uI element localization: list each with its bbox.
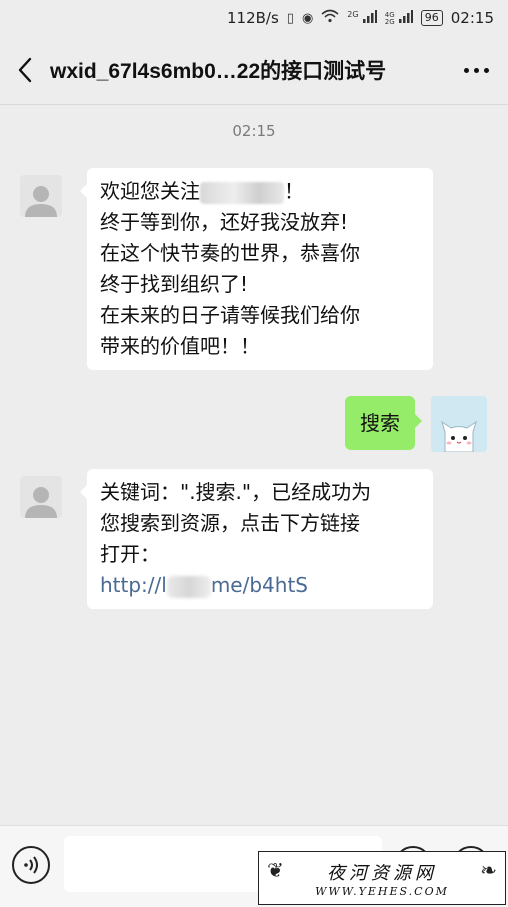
battery-indicator: 96	[420, 10, 443, 26]
watermark-title: 夜河资源网	[327, 862, 437, 884]
more-options-button[interactable]	[444, 36, 508, 104]
message-line: 打开：	[100, 542, 160, 566]
vibrate-icon: ▯	[286, 10, 294, 26]
ornament-icon: ❧	[480, 858, 497, 882]
message-line: 终于找到组织了!	[100, 272, 249, 296]
back-arrow-icon	[18, 57, 32, 83]
message-line: 在这个快节奏的世界，恭喜你	[100, 241, 360, 265]
network-speed: 112B/s	[227, 9, 279, 27]
clock: 02:15	[450, 9, 494, 27]
chat-title: wxid_67l4s6mb0…22的接口测试号	[50, 60, 387, 83]
cat-avatar-icon	[441, 420, 477, 452]
user-avatar[interactable]	[431, 396, 487, 452]
eye-icon: ◉	[301, 10, 314, 26]
message-line: 在未来的日子请等候我们给你	[100, 303, 360, 327]
message-timestamp: 02:15	[232, 122, 276, 140]
resource-link[interactable]: http://l me/b4htS	[100, 570, 420, 601]
signal-icon-2: 4G 2G	[384, 9, 413, 27]
sent-message-bubble[interactable]: 搜索	[345, 396, 422, 450]
chat-header: wxid_67l4s6mb0…22的接口测试号	[0, 36, 508, 104]
message-text: 搜索	[360, 411, 400, 435]
redacted-text	[166, 575, 211, 598]
voice-icon	[24, 856, 38, 874]
watermark-url: WWW.YEHES.COM	[315, 884, 449, 898]
network-label: 2G	[347, 9, 359, 19]
received-message-bubble[interactable]: 关键词：".搜索."，已经成功为 您搜索到资源，点击下方链接 打开： http:…	[80, 469, 433, 609]
voice-input-button[interactable]	[12, 846, 50, 884]
network-label: 2G	[384, 18, 395, 26]
message-line: 终于等到你，还好我没放弃!	[100, 210, 349, 234]
message-line: 带来的价值吧！！	[100, 334, 260, 358]
status-bar: 112B/s ▯ ◉ 2G 4G 2G 96 02:15	[0, 0, 508, 36]
default-user-icon	[25, 487, 57, 518]
message-line: 您搜索到资源，点击下方链接	[100, 511, 360, 535]
more-dots-icon	[463, 67, 469, 73]
back-button[interactable]	[0, 36, 50, 104]
header-divider	[0, 104, 508, 105]
ornament-icon: ❦	[267, 858, 284, 882]
message-line: 关键词：".搜索."，已经成功为	[100, 480, 372, 504]
message-line: 欢迎您关注！	[100, 179, 304, 204]
default-user-icon	[25, 186, 57, 217]
sender-avatar[interactable]	[20, 175, 62, 217]
watermark: ❦ ❧ 夜河资源网 WWW.YEHES.COM	[258, 851, 506, 905]
redacted-text	[200, 181, 284, 204]
signal-icon: 2G	[347, 9, 377, 27]
sender-avatar[interactable]	[20, 476, 62, 518]
received-message-bubble[interactable]: 欢迎您关注！ 终于等到你，还好我没放弃! 在这个快节奏的世界，恭喜你 终于找到组…	[80, 168, 433, 370]
wifi-icon	[321, 9, 339, 27]
